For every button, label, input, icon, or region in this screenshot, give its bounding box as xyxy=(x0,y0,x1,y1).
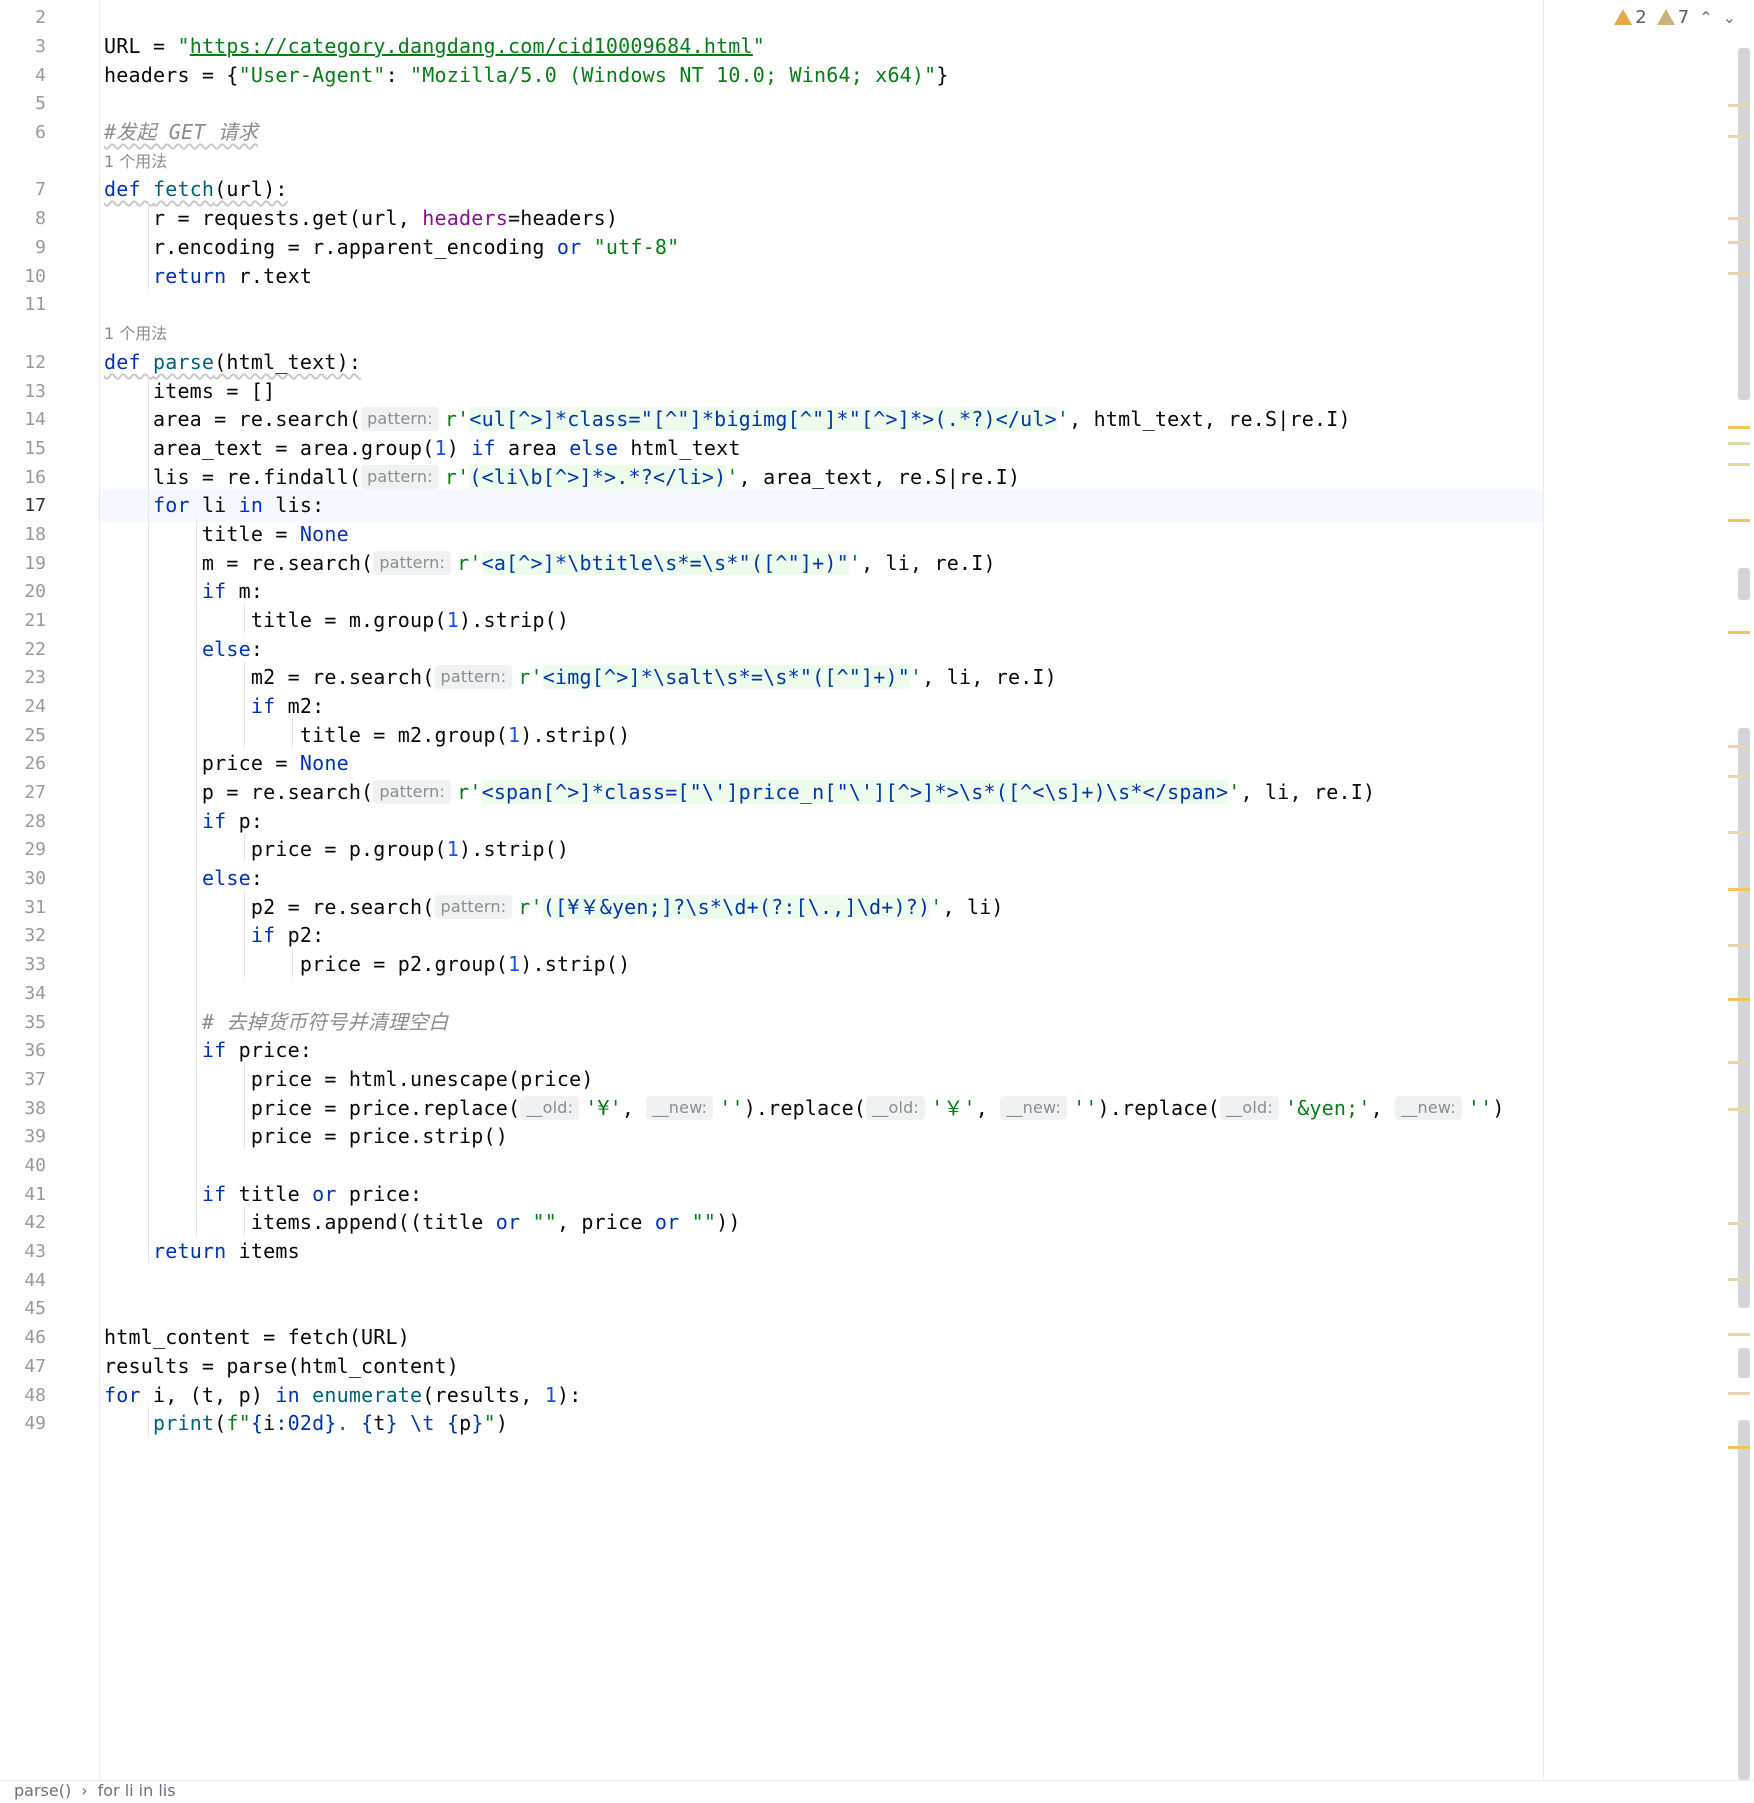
scrollbar[interactable] xyxy=(1738,40,1750,1780)
indent-guide xyxy=(244,891,245,977)
code-line-43[interactable]: return items xyxy=(100,1235,1543,1268)
stripe-marker[interactable] xyxy=(1728,1222,1750,1225)
stripe-marker[interactable] xyxy=(1728,745,1750,748)
stripe-marker[interactable] xyxy=(1728,1333,1750,1336)
stripe-marker[interactable] xyxy=(1728,442,1750,445)
inspection-widget[interactable]: 2 7 ⌃ ⌄ xyxy=(1614,4,1736,30)
indent-guide xyxy=(244,604,245,633)
warning-icon xyxy=(1614,9,1633,25)
param-hint: pattern: xyxy=(434,895,513,919)
scrollbar-thumb-bottom[interactable] xyxy=(1738,1420,1750,1780)
line-number[interactable]: 11 xyxy=(0,288,100,321)
stripe-marker[interactable] xyxy=(1728,775,1750,778)
code-line-6[interactable]: #发起 GET 请求 xyxy=(100,116,1543,149)
param-hint: __new: xyxy=(1395,1096,1462,1120)
stripe-marker[interactable] xyxy=(1728,426,1750,429)
chevron-down-icon[interactable]: ⌄ xyxy=(1723,8,1736,27)
indent-guide xyxy=(292,719,293,747)
warning-count-b[interactable]: 7 xyxy=(1656,7,1689,28)
breadcrumb-separator: › xyxy=(81,1781,88,1800)
stripe-marker[interactable] xyxy=(1728,104,1750,107)
stripe-marker[interactable] xyxy=(1728,831,1750,834)
line-number-gutter: 2 3 4 5 6 7 8 9 10 11 12 13 14 15 16 17 18 19 20 21 22 23 24 25… xyxy=(0,0,100,1780)
comment: #发起 GET 请求 xyxy=(104,120,259,144)
code-line-10[interactable]: return r.text xyxy=(100,260,1543,293)
param-hint: __old: xyxy=(1219,1096,1279,1120)
scrollbar-mark[interactable] xyxy=(1738,1348,1750,1378)
stripe-marker[interactable] xyxy=(1728,217,1750,220)
stripe-marker[interactable] xyxy=(1728,944,1750,947)
indent-guide xyxy=(244,661,245,747)
stripe-marker[interactable] xyxy=(1728,463,1750,466)
stripe-marker[interactable] xyxy=(1728,1061,1750,1064)
indent-guide xyxy=(148,202,149,289)
url-link[interactable]: https://category.dangdang.com/cid1000968… xyxy=(190,34,753,58)
stripe-marker[interactable] xyxy=(1728,241,1750,244)
stripe-marker[interactable] xyxy=(1728,1108,1750,1111)
warning-count-a[interactable]: 2 xyxy=(1614,7,1647,28)
param-hint: pattern: xyxy=(434,665,513,689)
param-hint: __old: xyxy=(520,1096,580,1120)
param-hint: __new: xyxy=(1000,1096,1068,1120)
stripe-marker[interactable] xyxy=(1728,1446,1750,1449)
param-hint: pattern: xyxy=(361,465,439,489)
code-line-33[interactable]: price = p2.group(1).strip() xyxy=(100,948,1543,981)
indent-guide xyxy=(148,375,149,1263)
param-hint: __new: xyxy=(646,1096,714,1120)
indent-guide xyxy=(244,1206,245,1235)
indent-guide xyxy=(292,948,293,977)
line-number[interactable]: 6 xyxy=(0,116,100,149)
param-hint: pattern: xyxy=(373,780,452,804)
indent-guide xyxy=(244,1063,245,1149)
chevron-up-icon[interactable]: ⌃ xyxy=(1699,8,1712,27)
scrollbar-thumb[interactable] xyxy=(1738,48,1750,400)
param-hint: pattern: xyxy=(361,407,439,431)
stripe-marker[interactable] xyxy=(1728,1392,1750,1395)
scrollbar-thumb-lower[interactable] xyxy=(1738,728,1750,1308)
code-line-49[interactable]: print(f"{i:02d}. {t} \t {p}") xyxy=(100,1407,1543,1440)
param-hint: pattern: xyxy=(373,551,452,575)
indent-guide xyxy=(244,833,245,862)
stripe-marker[interactable] xyxy=(1728,272,1750,275)
editor-right-margin xyxy=(1543,0,1754,1780)
stripe-marker[interactable] xyxy=(1728,998,1750,1001)
param-hint: __old: xyxy=(866,1096,926,1120)
stripe-marker[interactable] xyxy=(1728,888,1750,891)
breadcrumb: parse() › for li in lis xyxy=(0,1780,1754,1803)
indent-guide xyxy=(148,1407,149,1436)
code-line-39[interactable]: price = price.strip() xyxy=(100,1120,1543,1153)
stripe-marker[interactable] xyxy=(1728,1278,1750,1281)
comment: # 去掉货币符号并清理空白 xyxy=(201,1010,449,1034)
line-number[interactable]: 49 xyxy=(0,1407,100,1440)
indent-guide xyxy=(196,518,197,1236)
stripe-marker[interactable] xyxy=(1728,631,1750,634)
weak-warning-icon xyxy=(1656,9,1675,25)
stripe-marker[interactable] xyxy=(1728,519,1750,522)
code-editor[interactable]: URL = "https://category.dangdang.com/cid… xyxy=(100,0,1543,1780)
code-line-4[interactable]: headers = {"User-Agent": "Mozilla/5.0 (W… xyxy=(100,59,1543,92)
breadcrumb-item-parse[interactable]: parse() xyxy=(14,1781,71,1801)
breadcrumb-item-for[interactable]: for li in lis xyxy=(98,1781,176,1801)
scrollbar-caret-mark[interactable] xyxy=(1738,568,1750,600)
stripe-marker[interactable] xyxy=(1728,135,1750,138)
